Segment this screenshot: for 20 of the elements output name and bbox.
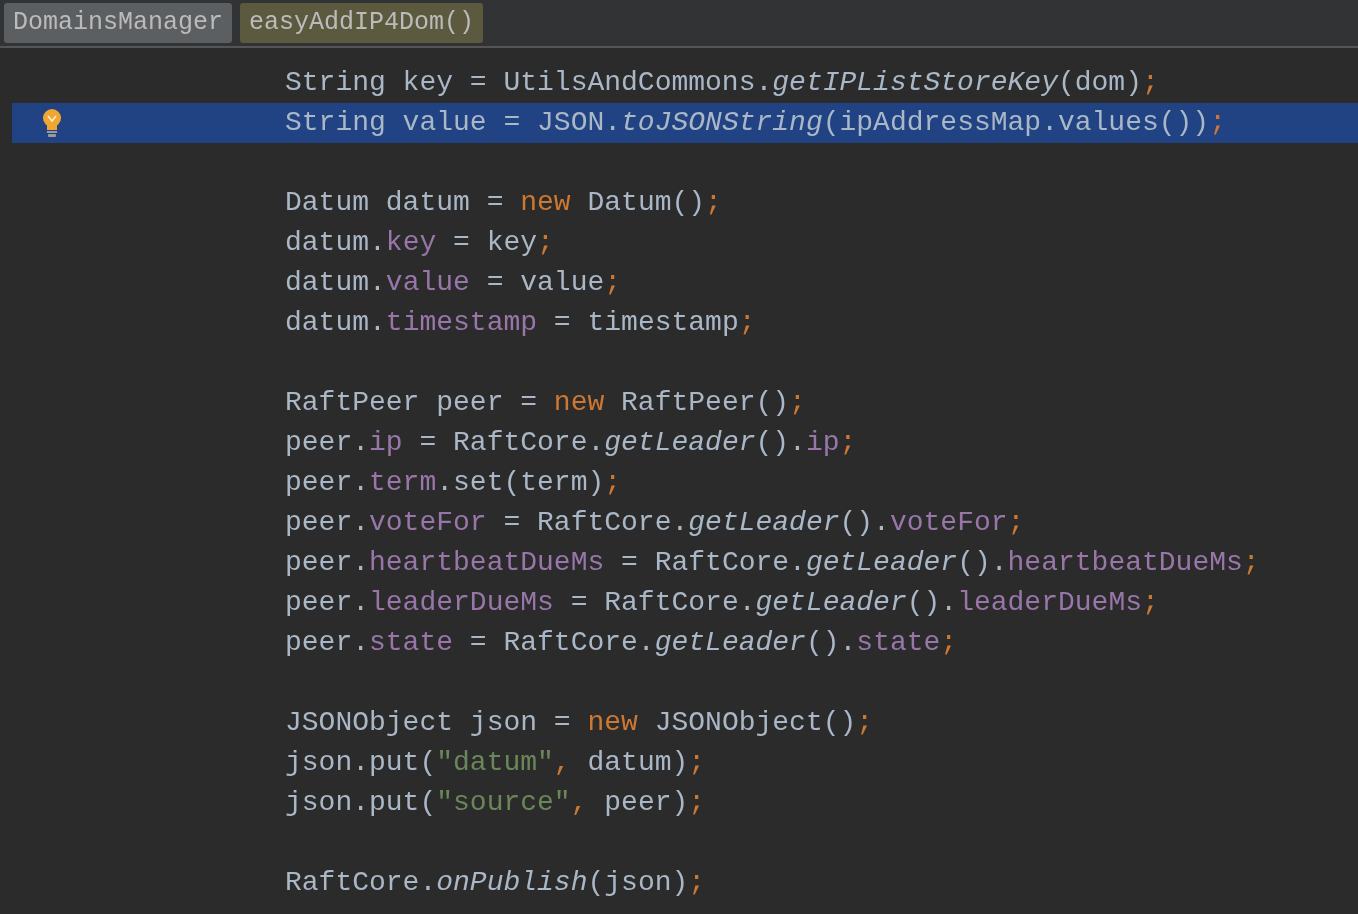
code-line: peer.term.set(term); [285, 466, 622, 500]
code-line: peer.heartbeatDueMs = RaftCore.getLeader().heartbeatDueMs; [285, 546, 1260, 580]
code-line: String value = JSON.toJSONString(ipAddressMap.values()); [285, 106, 1226, 140]
code-line: datum.value = value; [285, 266, 622, 300]
code-line: peer.state = RaftCore.getLeader().state; [285, 626, 958, 660]
code-line: peer.ip = RaftCore.getLeader().ip; [285, 426, 857, 460]
code-line: JSONObject json = new JSONObject(); [285, 706, 874, 740]
code-line: json.put("source", peer); [285, 786, 706, 820]
lightbulb-icon[interactable] [41, 108, 63, 138]
code-line: peer.voteFor = RaftCore.getLeader().voteFor; [285, 506, 1025, 540]
code-line: datum.timestamp = timestamp; [285, 306, 756, 340]
code-line: Datum datum = new Datum(); [285, 186, 722, 220]
code-line: peer.leaderDueMs = RaftCore.getLeader().leaderDueMs; [285, 586, 1159, 620]
code-line: RaftCore.onPublish(json); [285, 866, 706, 900]
code-line: String key = UtilsAndCommons.getIPListStoreKey(dom); [285, 66, 1159, 100]
code-line: json.put("datum", datum); [285, 746, 706, 780]
code-line: datum.key = key; [285, 226, 554, 260]
breadcrumb[interactable]: DomainsManager [4, 3, 233, 43]
code-line: RaftPeer peer = new RaftPeer(); [285, 386, 806, 420]
breadcrumb[interactable]: easyAddIP4Dom() [240, 3, 484, 43]
